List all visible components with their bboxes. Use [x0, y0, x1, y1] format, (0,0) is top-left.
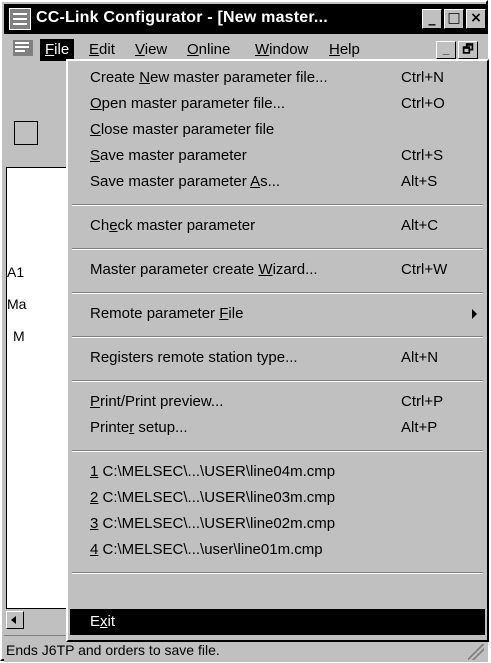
menu-item-print-preview[interactable]: Print/Print preview... Ctrl+P: [70, 389, 485, 415]
status-text: Ends J6TP and orders to save file.: [6, 642, 220, 658]
menu-item-wizard[interactable]: Master parameter create Wizard... Ctrl+W: [70, 257, 485, 283]
menu-item-recent-file-1[interactable]: 1 C:\MELSEC\...\USER\line04m.cmp: [70, 459, 485, 485]
menu-view[interactable]: View: [130, 39, 172, 61]
submenu-arrow-icon: [472, 309, 477, 319]
scroll-left-button[interactable]: [6, 611, 24, 629]
window-title: CC-Link Configurator - [New master...: [36, 9, 328, 26]
menu-separator: [72, 336, 483, 338]
title-bar[interactable]: CC-Link Configurator - [New master... _ …: [4, 4, 488, 34]
panel-label-a1: A1: [7, 264, 25, 280]
menu-online[interactable]: Online: [182, 39, 235, 61]
mdi-restore-button[interactable]: 🗗: [458, 41, 478, 59]
menu-window[interactable]: Window: [250, 39, 313, 61]
maximize-button[interactable]: □: [444, 9, 464, 29]
menu-item-close[interactable]: Close master parameter file: [70, 117, 485, 143]
menu-item-open[interactable]: Open master parameter file... Ctrl+O: [70, 91, 485, 117]
minimize-button[interactable]: _: [422, 9, 442, 29]
menu-separator: [72, 292, 483, 294]
menu-item-remote-parameter-file[interactable]: Remote parameter File: [70, 301, 485, 327]
menu-item-exit[interactable]: Exit: [70, 609, 485, 635]
menu-item-check[interactable]: Check master parameter Alt+C: [70, 213, 485, 239]
menu-file[interactable]: File: [40, 39, 75, 61]
menu-separator: [72, 572, 483, 574]
menu-item-recent-file-3[interactable]: 3 C:\MELSEC\...\USER\line02m.cmp: [70, 511, 485, 537]
menu-separator: [72, 248, 483, 250]
menu-item-create-new[interactable]: Create New master parameter file... Ctrl+…: [70, 65, 485, 91]
menu-separator: [72, 450, 483, 452]
menu-item-save[interactable]: Save master parameter Ctrl+S: [70, 143, 485, 169]
menu-item-recent-file-4[interactable]: 4 C:\MELSEC\...\user\line01m.cmp: [70, 537, 485, 563]
app-icon[interactable]: [9, 8, 31, 30]
menu-item-registers-remote-station[interactable]: Registers remote station type... Alt+N: [70, 345, 485, 371]
panel-label-m: M: [13, 328, 25, 344]
document-icon[interactable]: [12, 38, 36, 60]
menu-edit[interactable]: Edit: [84, 39, 120, 61]
menu-separator: [72, 204, 483, 206]
menu-help[interactable]: Help: [324, 39, 365, 61]
toolbar-button[interactable]: [14, 121, 38, 145]
menu-item-recent-file-2[interactable]: 2 C:\MELSEC\...\USER\line03m.cmp: [70, 485, 485, 511]
menu-item-save-as[interactable]: Save master parameter As... Alt+S: [70, 169, 485, 195]
close-button[interactable]: ×: [466, 9, 486, 29]
resize-grip-icon[interactable]: [468, 644, 484, 660]
panel-label-ma: Ma: [7, 296, 27, 312]
file-menu-dropdown: Create New master parameter file... Ctrl+…: [66, 59, 489, 642]
mdi-minimize-button[interactable]: _: [436, 41, 456, 59]
menu-item-printer-setup[interactable]: Printer setup... Alt+P: [70, 415, 485, 441]
menu-separator: [72, 380, 483, 382]
